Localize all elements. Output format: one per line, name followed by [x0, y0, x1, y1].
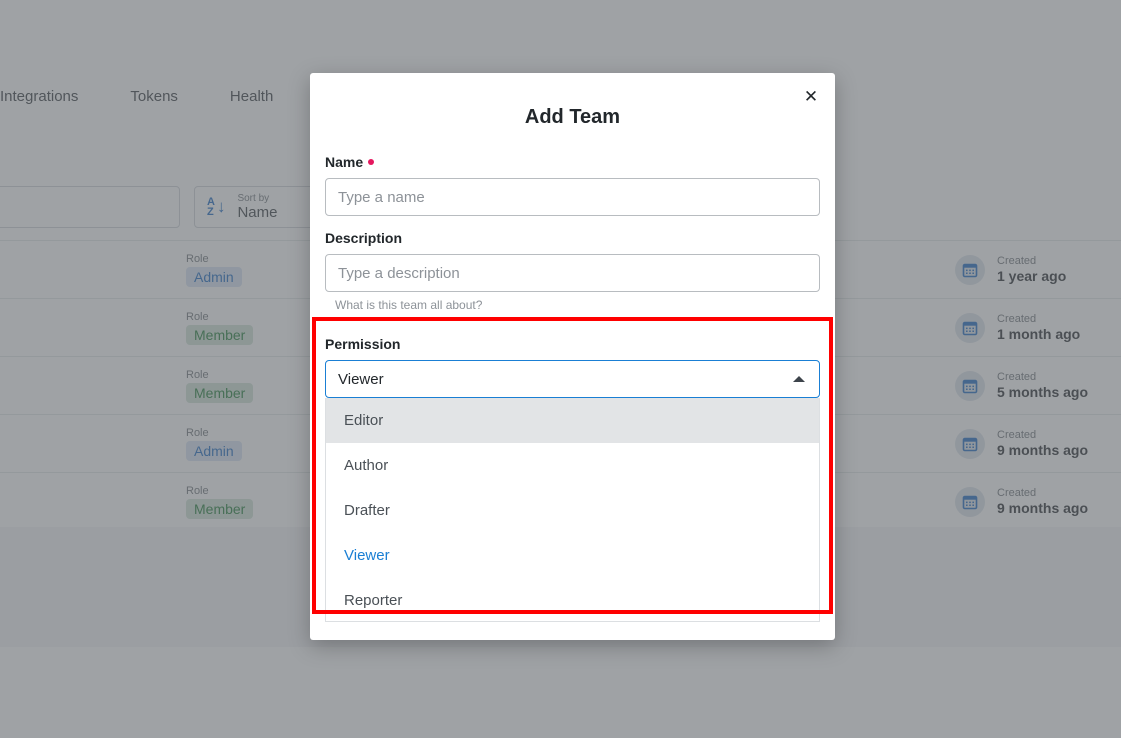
- add-team-modal: ✕ Add Team Name Description What is this…: [310, 73, 835, 640]
- dropdown-option-label: Drafter: [344, 502, 390, 519]
- dropdown-option-label: Reporter: [344, 592, 403, 609]
- name-field-group: Name: [325, 154, 820, 216]
- dropdown-option-label: Author: [344, 457, 389, 474]
- permission-field-label: Permission: [325, 336, 820, 352]
- dropdown-option-label: Editor: [344, 412, 384, 429]
- description-help-text: What is this team all about?: [335, 298, 483, 312]
- caret-up-icon[interactable]: [793, 376, 805, 382]
- permission-select[interactable]: Viewer: [325, 360, 820, 398]
- dropdown-option-drafter[interactable]: Drafter: [326, 488, 819, 533]
- dropdown-option-label: Viewer: [344, 547, 390, 564]
- page-title: Add Team: [524, 106, 621, 128]
- name-label-text: Name: [325, 154, 364, 170]
- modal-body: Name Description What is this team all a…: [310, 129, 835, 622]
- permission-selected-value: Viewer: [338, 370, 384, 388]
- permission-label-text: Permission: [325, 336, 401, 352]
- description-label-text: Description: [325, 230, 403, 246]
- dropdown-option-reporter[interactable]: Reporter: [326, 578, 819, 621]
- name-input[interactable]: [325, 178, 820, 216]
- dropdown-option-author[interactable]: Author: [326, 443, 819, 488]
- description-input[interactable]: [325, 254, 820, 292]
- description-field-label: Description: [325, 230, 820, 246]
- permission-field-group: Permission Viewer Editor Author Drafter …: [325, 326, 820, 622]
- dropdown-option-editor[interactable]: Editor: [326, 398, 819, 443]
- dropdown-option-viewer[interactable]: Viewer: [326, 533, 819, 578]
- permission-dropdown-list[interactable]: Editor Author Drafter Viewer Reporter: [325, 398, 820, 622]
- name-field-label: Name: [325, 154, 820, 170]
- required-indicator-icon: [368, 159, 375, 165]
- close-icon[interactable]: ✕: [797, 83, 825, 111]
- description-field-group: Description What is this team all about?: [325, 230, 820, 312]
